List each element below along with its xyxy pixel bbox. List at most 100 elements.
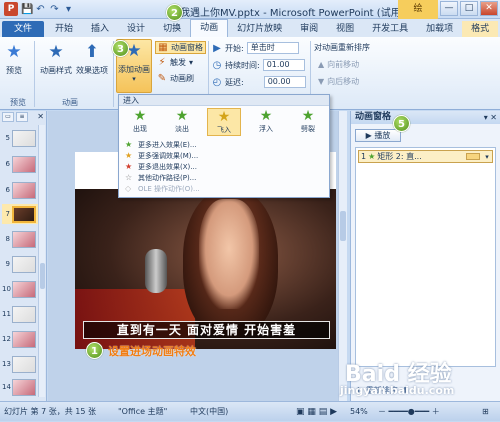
slide-thumb-image bbox=[12, 280, 36, 298]
add-animation-dropdown: 进入 ★ 出现 ★ 淡出 ★ 飞入 ★ 浮入 ★ 劈裂 ★ 更多进入效果(E).… bbox=[118, 94, 330, 198]
slide-thumb-image bbox=[12, 230, 36, 248]
start-select[interactable]: 单击时 bbox=[246, 42, 299, 54]
step-badge-5: 5 bbox=[393, 115, 410, 132]
slide-thumbnail[interactable]: 5 bbox=[2, 128, 42, 148]
slide-thumbnail[interactable]: 8 bbox=[2, 229, 42, 249]
slides-panel-scrollbar[interactable] bbox=[38, 125, 45, 397]
delay-input[interactable]: 00.00 bbox=[263, 76, 306, 88]
pane-controls-icon[interactable]: ▾ ✕ bbox=[484, 111, 497, 124]
effect-appear[interactable]: ★ 出现 bbox=[123, 108, 157, 136]
tab-addins[interactable]: 加载项 bbox=[417, 21, 462, 37]
animation-pane-button[interactable]: ▦ 动画窗格 bbox=[155, 41, 206, 54]
chevron-down-icon: ▾ bbox=[132, 75, 136, 83]
slide-thumbnail[interactable]: 6 bbox=[2, 154, 42, 174]
effect-fade[interactable]: ★ 淡出 bbox=[165, 108, 199, 136]
scrollbar-thumb[interactable] bbox=[340, 211, 346, 241]
zoom-slider[interactable]: － ━━━━●━━━ ＋ bbox=[378, 402, 440, 422]
tab-developer[interactable]: 开发工具 bbox=[363, 21, 417, 37]
delay-row: ◴ 延迟: 00.00 bbox=[212, 76, 306, 88]
move-later-button[interactable]: ▼ 向后移动 bbox=[318, 76, 359, 87]
slide-thumbnail[interactable]: 9 bbox=[2, 254, 42, 274]
tab-format[interactable]: 格式 bbox=[462, 21, 499, 37]
slide-number: 12 bbox=[2, 335, 11, 343]
effect-float-in[interactable]: ★ 浮入 bbox=[249, 108, 283, 136]
preview-star-icon: ★ bbox=[6, 42, 22, 62]
trigger-label: 触发 bbox=[170, 58, 186, 67]
menu-item-label: 其他动作路径(P)... bbox=[138, 173, 197, 182]
duration-input[interactable]: 01.00 bbox=[262, 59, 305, 71]
slide-thumbnail[interactable]: 14 bbox=[2, 377, 42, 397]
tab-transitions[interactable]: 切换 bbox=[154, 21, 190, 37]
slide-thumbnail[interactable]: 10 bbox=[2, 279, 42, 299]
language-status[interactable]: 中文(中国) bbox=[190, 402, 228, 422]
minimize-button[interactable]: — bbox=[440, 1, 458, 16]
customize-qat-icon[interactable]: ▾ bbox=[63, 4, 74, 15]
slide-thumbnail-selected[interactable]: 7 bbox=[2, 204, 42, 224]
tab-file[interactable]: 文件 bbox=[2, 21, 45, 37]
motion-path-icon: ☆ bbox=[125, 173, 133, 182]
animation-painter-button[interactable]: ✎ 动画刷 bbox=[157, 73, 194, 84]
tab-design[interactable]: 设计 bbox=[118, 21, 154, 37]
preview-button[interactable]: ★ 预览 bbox=[6, 41, 22, 76]
animation-pane-label: 动画窗格 bbox=[171, 43, 203, 52]
animation-list: 1 ★ 矩形 2: 直... ▾ bbox=[355, 147, 496, 367]
slide-thumbnail[interactable]: 6 bbox=[2, 180, 42, 200]
ribbon-separator bbox=[34, 41, 35, 107]
delay-icon: ◴ bbox=[212, 76, 222, 88]
tab-animations[interactable]: 动画 bbox=[190, 19, 229, 37]
slide-thumb-image bbox=[12, 378, 36, 396]
redo-icon[interactable]: ↷ bbox=[49, 4, 60, 15]
animation-styles-label: 动画样式 bbox=[40, 66, 72, 75]
slide-thumb-image bbox=[12, 255, 36, 273]
slide-thumbnail[interactable]: 11 bbox=[2, 304, 42, 324]
more-exit-effects[interactable]: ★ 更多退出效果(X)... bbox=[125, 161, 323, 172]
powerpoint-logo-icon[interactable]: P bbox=[4, 2, 18, 16]
view-buttons[interactable]: ▣ ▦ ▤ ▶ bbox=[296, 402, 337, 422]
title-bar: P 💾 ↶ ↷ ▾ 当我遇上你MV.pptx - Microsoft Power… bbox=[0, 0, 500, 19]
undo-icon[interactable]: ↶ bbox=[35, 4, 46, 15]
close-button[interactable]: ✕ bbox=[480, 1, 498, 16]
tab-home[interactable]: 开始 bbox=[46, 21, 82, 37]
step-badge-1: 1 bbox=[86, 342, 103, 359]
animation-styles-button[interactable]: ★ 动画样式 bbox=[40, 41, 72, 76]
slide-number: 9 bbox=[5, 260, 10, 268]
delay-label: 延迟: bbox=[225, 77, 244, 87]
tab-review[interactable]: 审阅 bbox=[291, 21, 327, 37]
slide-thumb-image bbox=[12, 155, 36, 173]
more-entrance-effects[interactable]: ★ 更多进入效果(E)... bbox=[125, 139, 323, 150]
fit-to-window-icon[interactable]: ⊞ bbox=[482, 402, 489, 422]
play-button[interactable]: ▶ 播放 bbox=[355, 129, 401, 142]
tab-insert[interactable]: 插入 bbox=[82, 21, 118, 37]
reorder-heading: 对动画重新排序 bbox=[314, 42, 370, 53]
slide-thumbnail[interactable]: 12 bbox=[2, 329, 42, 349]
arrow-down-icon: ▼ bbox=[318, 77, 325, 86]
animation-list-item[interactable]: 1 ★ 矩形 2: 直... ▾ bbox=[358, 150, 493, 163]
outline-tab-icon[interactable]: ≡ bbox=[16, 112, 28, 122]
fade-star-icon: ★ bbox=[175, 108, 189, 124]
slides-tab-icon[interactable]: ▭ bbox=[2, 112, 14, 122]
step-badge-3: 3 bbox=[112, 40, 129, 57]
subtitle-textbox[interactable]: 直到有一天 面对爱情 开始害羞 bbox=[83, 321, 330, 339]
appear-star-icon: ★ bbox=[133, 108, 147, 124]
effect-split[interactable]: ★ 劈裂 bbox=[291, 108, 325, 136]
slide-thumb-image bbox=[12, 129, 36, 147]
duration-row: ◷ 持续时间: 01.00 bbox=[212, 59, 305, 71]
scrollbar-thumb[interactable] bbox=[40, 263, 45, 289]
effect-fly-in[interactable]: ★ 飞入 bbox=[207, 108, 241, 136]
save-icon[interactable]: 💾 bbox=[21, 4, 33, 15]
slide-thumb-image bbox=[12, 181, 36, 199]
zoom-level[interactable]: 54% bbox=[350, 402, 368, 422]
effect-options-button[interactable]: ⬆ 效果选项 bbox=[76, 41, 108, 76]
slide-thumbnail[interactable]: 13 bbox=[2, 354, 42, 374]
close-icon[interactable]: ✕ bbox=[37, 112, 44, 122]
more-motion-paths[interactable]: ☆ 其他动作路径(P)... bbox=[125, 172, 323, 183]
tab-view[interactable]: 视图 bbox=[327, 21, 363, 37]
maximize-button[interactable]: □ bbox=[460, 1, 478, 16]
trigger-button[interactable]: ⚡ 触发 ▾ bbox=[157, 57, 193, 68]
tab-slideshow[interactable]: 幻灯片放映 bbox=[228, 21, 291, 37]
menu-item-label: 更多进入效果(E)... bbox=[138, 140, 197, 149]
move-earlier-button[interactable]: ▲ 向前移动 bbox=[318, 59, 359, 70]
chevron-down-icon[interactable]: ▾ bbox=[482, 153, 492, 161]
timing-bar bbox=[466, 153, 480, 160]
more-emphasis-effects[interactable]: ★ 更多强调效果(M)... bbox=[125, 150, 323, 161]
